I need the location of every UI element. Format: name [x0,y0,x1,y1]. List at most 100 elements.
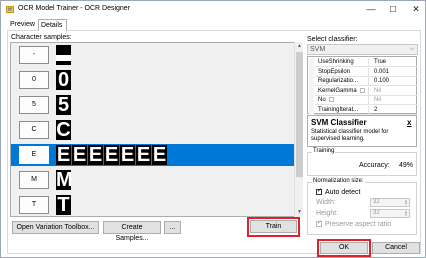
property-value[interactable]: Nil [371,87,417,96]
sample-glyph-image: E [120,145,135,165]
minimize-icon[interactable]: — [363,3,379,16]
auto-detect-label: Auto detect [325,189,361,196]
ok-button[interactable]: OK [320,242,368,254]
maximize-icon[interactable]: ☐ [385,3,401,16]
close-icon[interactable]: ✕ [408,3,424,16]
sample-row[interactable]: CC [11,119,296,141]
width-label: Width: [316,199,336,206]
preserve-aspect-label: Preserve aspect ratio [325,221,392,228]
tab-preview[interactable]: Preview [8,19,36,31]
character-samples-label: Character samples: [11,34,72,41]
sample-char-button[interactable]: - [19,46,49,64]
scroll-up-icon[interactable]: ▲ [295,42,304,51]
sample-glyph-strip: ▬ [56,45,71,65]
spinner-arrows-icon[interactable]: ▲ ▼ [404,199,408,206]
sample-glyph-image: E [88,145,103,165]
property-row[interactable]: Nu Nil [315,96,417,105]
sample-glyph-image: E [152,145,167,165]
sample-row[interactable]: -▬ [11,44,296,66]
select-classifier-label: Select classifier: [307,36,358,43]
sample-char-button[interactable]: T [19,196,49,214]
sample-row[interactable]: EEEEEEEE [11,144,296,166]
classifier-select-value: SVM [310,46,326,53]
property-row[interactable]: TrainingIterat... 2 [315,105,417,115]
property-name: KernelGamma [315,86,369,96]
property-name-text: UseShrinking [318,59,354,65]
auto-detect-checkbox[interactable]: Auto detect [316,187,361,196]
sample-glyph-strip: 0 [56,70,71,90]
sample-glyph-image: 5 [56,95,71,115]
property-checkbox[interactable] [359,87,365,93]
classifier-property-grid[interactable]: UseShrinking True StopEpsilon 0.001 Regulari… [307,56,417,115]
sample-glyph-strip: EEEEEEE [56,145,167,165]
window-title: OCR Model Trainer - OCR Designer [18,5,131,12]
property-value[interactable]: 0.001 [371,68,417,77]
property-name: Regularizatio... [315,77,369,86]
sample-glyph-image: E [56,145,71,165]
samples-scrollbar[interactable]: ▲ ▼ [294,42,303,217]
sample-glyph-image: ▬ [56,45,71,65]
height-label: Height: [316,210,339,217]
property-row[interactable]: KernelGamma Nil [315,86,417,96]
sample-glyph-image: C [56,120,71,140]
auto-detect-check-icon[interactable] [316,187,322,195]
more-options-button[interactable]: ... [164,221,181,234]
property-value[interactable]: Nil [371,96,417,105]
height-value: 32 [373,210,380,216]
property-row[interactable]: UseShrinking True [315,58,417,67]
property-name: StopEpsilon [315,67,369,77]
property-grid-scrollbar[interactable] [309,58,314,114]
property-name-text: Nu [318,97,326,103]
property-checkbox[interactable] [328,97,334,102]
spinner-arrows-icon[interactable]: ▲ ▼ [404,210,408,217]
height-spinner[interactable]: 32 ▲ ▼ [370,209,410,218]
sample-char-button[interactable]: E [19,146,49,164]
app-icon [6,5,15,14]
classifier-description-text: Statistical classifier model for supervi… [311,129,389,142]
sample-char-button[interactable]: 5 [19,96,49,114]
sample-glyph-image: 0 [56,70,71,90]
title-bar[interactable]: OCR Model Trainer - OCR Designer — ☐ ✕ [1,1,425,18]
property-name-text: StopEpsilon [318,68,351,75]
property-value[interactable]: 0.100 [371,77,417,86]
classifier-description-title: SVM Classifier [311,118,367,127]
sample-row[interactable]: 00 [11,69,296,91]
sample-char-button[interactable]: M [19,171,49,189]
sample-row[interactable]: TT [11,194,296,216]
property-name: Nu [315,96,369,105]
cancel-button[interactable]: Cancel [372,242,420,254]
tab-details[interactable]: Details [38,19,67,31]
width-spinner[interactable]: 32 ▲ ▼ [370,198,410,207]
scrollbar-thumb[interactable] [296,52,303,177]
chevron-down-icon: ⌵ [409,46,414,52]
sample-glyph-image: M [56,170,71,190]
property-row[interactable]: StopEpsilon 0.001 [315,67,417,77]
sample-char-button[interactable]: 0 [19,71,49,89]
property-name: TrainingIterat... [315,105,369,115]
sample-glyph-strip: C [56,120,71,140]
scroll-down-icon[interactable]: ▼ [295,208,304,217]
sample-glyph-strip: 5 [56,95,71,115]
sample-row[interactable]: MM [11,169,296,191]
sample-char-button[interactable]: C [19,121,49,139]
property-value[interactable]: True [371,58,417,67]
sample-row[interactable]: 55 [11,94,296,116]
train-button[interactable]: Train [250,220,297,233]
classifier-select[interactable]: SVM ⌵ [307,44,418,55]
create-samples-button[interactable]: Create Samples... [103,221,161,242]
character-samples-list[interactable]: -▬0055CCEEEEEEEEMMTT [10,42,303,217]
property-name-text: TrainingIterat... [318,106,359,113]
normalization-size-group: Normalization size: Auto detect Width: 3… [307,178,417,235]
sample-glyph-strip: M [56,170,71,190]
property-value[interactable]: 2 [371,106,417,115]
preserve-aspect-checkbox[interactable]: Preserve aspect ratio [316,219,392,228]
normalization-size-legend: Normalization size: [312,178,365,184]
close-description-icon[interactable]: x [407,118,411,127]
property-row[interactable]: Regularizatio... 0.100 [315,77,417,86]
accuracy-label: Accuracy: [359,162,390,169]
sample-glyph-image: T [56,195,71,215]
accuracy-value: 49% [399,162,414,169]
preserve-aspect-check-icon[interactable] [316,219,322,227]
classifier-description-panel: SVM Classifier x Statistical classifier … [307,115,417,147]
open-variation-toolbox-button[interactable]: Open Variation Toolbox... [12,221,99,234]
